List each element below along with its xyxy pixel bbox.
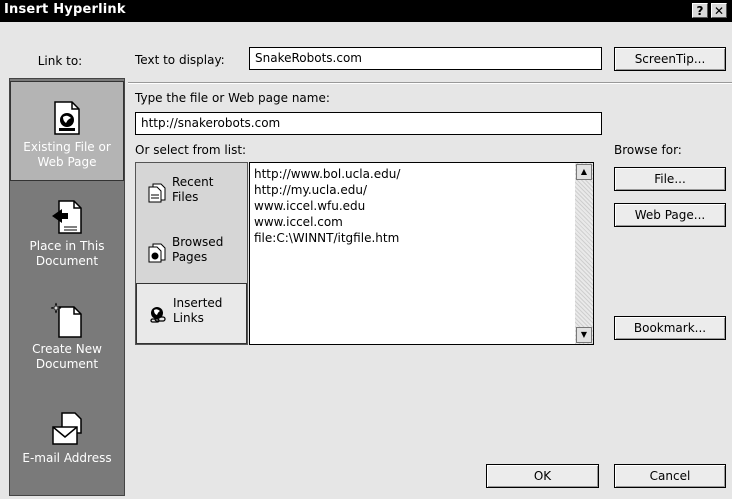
- recent-files-icon: [148, 183, 166, 203]
- sidebar-item-label: Place in This Document: [29, 239, 105, 268]
- browse-for-label: Browse for:: [614, 143, 682, 157]
- category-browsed-pages[interactable]: Browsed Pages: [136, 223, 247, 283]
- sidebar-item-place-in-document[interactable]: Place in This Document: [10, 199, 124, 269]
- file-name-input[interactable]: http://snakerobots.com: [135, 112, 602, 135]
- browse-web-page-button[interactable]: Web Page...: [614, 203, 726, 227]
- window-title: Insert Hyperlink: [4, 2, 126, 17]
- email-icon: [52, 412, 82, 445]
- list-item[interactable]: http://www.bol.ucla.edu/: [254, 166, 400, 182]
- category-label: Files: [172, 190, 199, 204]
- ok-button[interactable]: OK: [486, 464, 599, 488]
- place-in-document-icon: [52, 200, 82, 234]
- bookmark-button[interactable]: Bookmark...: [614, 316, 726, 340]
- screentip-button[interactable]: ScreenTip...: [614, 47, 726, 71]
- sidebar-item-label: Existing File or Web Page: [23, 140, 111, 169]
- category-label: Pages: [172, 250, 208, 264]
- links-listbox[interactable]: http://www.bol.ucla.edu/ http://my.ucla.…: [249, 162, 594, 345]
- list-item[interactable]: file:C:\WINNT/itgfile.htm: [254, 230, 399, 246]
- sidebar-item-create-new-document[interactable]: Create New Document: [10, 302, 124, 372]
- new-document-icon: [50, 302, 82, 338]
- sidebar-item-label: Create New Document: [32, 342, 102, 371]
- link-to-label: Link to:: [37, 54, 83, 68]
- browsed-pages-icon: [148, 243, 166, 263]
- text-to-display-input[interactable]: SnakeRobots.com: [249, 47, 602, 70]
- sidebar-item-existing-file[interactable]: Existing File or Web Page: [10, 81, 124, 181]
- cancel-button[interactable]: Cancel: [614, 464, 726, 488]
- text-to-display-label: Text to display:: [135, 53, 225, 67]
- category-label: Recent: [172, 175, 214, 189]
- category-label: Links: [173, 311, 204, 325]
- list-item[interactable]: www.iccel.com: [254, 214, 343, 230]
- separator: [128, 82, 732, 84]
- existing-file-icon: [54, 101, 80, 135]
- help-button[interactable]: ?: [692, 3, 708, 18]
- category-label: Inserted: [173, 296, 223, 310]
- links-scrollbar[interactable]: ▲ ▼: [575, 163, 593, 344]
- link-category-panel: Recent Files Browsed Pages Inserted Link…: [135, 162, 248, 345]
- close-button[interactable]: ✕: [711, 3, 727, 18]
- list-item[interactable]: http://my.ucla.edu/: [254, 182, 367, 198]
- category-label: Browsed: [172, 235, 224, 249]
- sidebar-item-email-address[interactable]: E-mail Address: [10, 411, 124, 466]
- select-from-list-label: Or select from list:: [135, 143, 247, 157]
- browse-file-button[interactable]: File...: [614, 167, 726, 191]
- link-to-sidebar: Existing File or Web Page Place in This …: [9, 78, 125, 496]
- category-inserted-links[interactable]: Inserted Links: [136, 283, 247, 344]
- file-name-label: Type the file or Web page name:: [135, 91, 330, 105]
- inserted-links-icon: [150, 307, 166, 323]
- scroll-up-icon[interactable]: ▲: [576, 164, 592, 180]
- insert-hyperlink-dialog: Insert Hyperlink ? ✕ Link to: Existing F…: [0, 0, 732, 499]
- category-recent-files[interactable]: Recent Files: [136, 163, 247, 223]
- sidebar-item-label: E-mail Address: [22, 451, 112, 465]
- scroll-down-icon[interactable]: ▼: [576, 327, 592, 343]
- list-item[interactable]: www.iccel.wfu.edu: [254, 198, 365, 214]
- title-bar: Insert Hyperlink ? ✕: [0, 0, 732, 22]
